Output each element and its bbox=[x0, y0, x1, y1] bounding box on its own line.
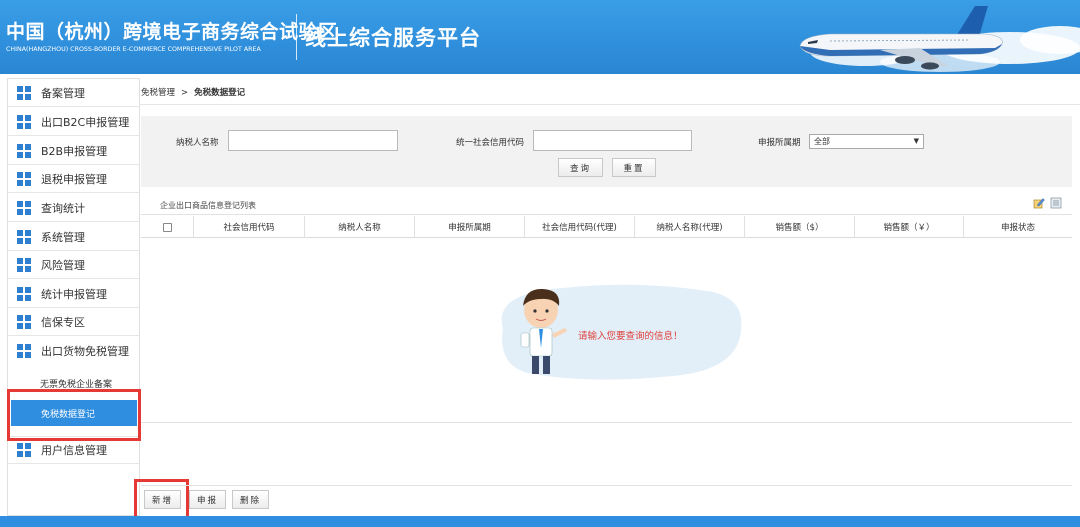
chevron-down-icon: ▼ bbox=[913, 137, 919, 145]
sidebar-subitem-label: 无票免税企业备案 bbox=[40, 379, 113, 390]
action-bar-divider bbox=[141, 485, 1072, 486]
sidebar-item-system[interactable]: 系统管理 bbox=[8, 223, 139, 251]
list-title: 企业出口商品信息登记列表 bbox=[160, 201, 256, 210]
sidebar-item-user-info[interactable]: 用户信息管理 bbox=[8, 436, 139, 464]
grid-icon bbox=[17, 143, 31, 158]
taxpayer-name-input[interactable] bbox=[228, 130, 398, 151]
add-button[interactable]: 新增 bbox=[144, 490, 181, 509]
declare-period-selected: 全部 bbox=[814, 137, 830, 146]
sidebar-item-label: 统计申报管理 bbox=[41, 287, 107, 301]
sidebar-item-export-b2c[interactable]: 出口B2C申报管理 bbox=[8, 108, 139, 136]
breadcrumb-divider bbox=[140, 104, 1080, 105]
sidebar-subitem-label: 免税数据登记 bbox=[41, 409, 96, 420]
breadcrumb-parent[interactable]: 免税管理 bbox=[141, 88, 175, 98]
column-header[interactable]: 纳税人名称 bbox=[304, 216, 414, 238]
grid-icon bbox=[17, 200, 31, 215]
sidebar-item-label: 信保专区 bbox=[41, 315, 85, 329]
sidebar-item-label: 风险管理 bbox=[41, 258, 85, 272]
table-header: 社会信用代码 纳税人名称 申报所属期 社会信用代码(代理) 纳税人名称(代理) … bbox=[141, 216, 1072, 238]
column-header[interactable]: 销售额（￥） bbox=[854, 216, 963, 238]
reset-button[interactable]: 重置 bbox=[612, 158, 656, 177]
taxpayer-name-label: 纳税人名称 bbox=[176, 138, 219, 148]
empty-message: 请输入您要查询的信息！ bbox=[578, 331, 683, 342]
grid-icon bbox=[17, 114, 31, 129]
grid-icon bbox=[17, 443, 31, 457]
sidebar-item-filing[interactable]: 备案管理 bbox=[8, 79, 139, 107]
breadcrumb-current: 免税数据登记 bbox=[194, 88, 246, 98]
table-body-divider bbox=[141, 422, 1072, 423]
sidebar-item-label: 出口B2C申报管理 bbox=[41, 115, 130, 129]
export-icon[interactable] bbox=[1050, 197, 1062, 209]
sidebar-item-label: 系统管理 bbox=[41, 230, 85, 244]
airplane-banner-image bbox=[799, 6, 1080, 72]
table-body-empty: 请输入您要查询的信息！ bbox=[141, 238, 1072, 422]
sidebar: 备案管理 出口B2C申报管理 B2B申报管理 退税申报管理 查询统计 系统管理 … bbox=[7, 78, 140, 516]
grid-icon bbox=[17, 286, 31, 301]
credit-code-label: 统一社会信用代码 bbox=[456, 138, 525, 148]
footer-strip bbox=[0, 516, 1080, 527]
query-button[interactable]: 查询 bbox=[558, 158, 603, 177]
sidebar-item-label: 出口货物免税管理 bbox=[41, 345, 129, 358]
sidebar-item-label: 备案管理 bbox=[41, 86, 85, 100]
credit-code-input[interactable] bbox=[533, 130, 692, 151]
delete-button[interactable]: 删除 bbox=[232, 490, 269, 509]
sidebar-item-export-duty-free[interactable]: 出口货物免税管理 bbox=[8, 337, 139, 365]
column-header[interactable]: 社会信用代码(代理) bbox=[524, 216, 634, 238]
site-title-en: CHINA(HANGZHOU) CROSS-BORDER E-COMMERCE … bbox=[6, 46, 261, 53]
grid-icon bbox=[17, 344, 31, 358]
sidebar-item-stats-declare[interactable]: 统计申报管理 bbox=[8, 280, 139, 308]
grid-icon bbox=[17, 314, 31, 329]
select-all-cell bbox=[141, 216, 193, 238]
list-title-bar: 企业出口商品信息登记列表 bbox=[141, 195, 1072, 215]
sidebar-item-query-stats[interactable]: 查询统计 bbox=[8, 194, 139, 222]
breadcrumb-separator: > bbox=[181, 88, 189, 98]
sidebar-item-label: 查询统计 bbox=[41, 201, 85, 215]
grid-icon bbox=[17, 257, 31, 272]
select-all-checkbox[interactable] bbox=[162, 222, 172, 232]
sidebar-item-label: 退税申报管理 bbox=[41, 172, 107, 186]
column-header[interactable]: 申报所属期 bbox=[414, 216, 524, 238]
sidebar-item-risk[interactable]: 风险管理 bbox=[8, 251, 139, 279]
declare-button[interactable]: 申报 bbox=[189, 490, 226, 509]
sidebar-item-label: 用户信息管理 bbox=[41, 444, 107, 457]
declare-period-label: 申报所属期 bbox=[758, 138, 801, 148]
sidebar-item-tax-refund[interactable]: 退税申报管理 bbox=[8, 165, 139, 193]
site-title-cn: 中国（杭州）跨境电子商务综合试验区 bbox=[6, 21, 338, 43]
grid-icon bbox=[17, 171, 31, 186]
grid-icon bbox=[17, 85, 31, 100]
sidebar-subitem-no-invoice-filing[interactable]: 无票免税企业备案 bbox=[8, 370, 139, 396]
app-header: 中国（杭州）跨境电子商务综合试验区 CHINA(HANGZHOU) CROSS-… bbox=[0, 0, 1080, 74]
column-header[interactable]: 纳税人名称(代理) bbox=[634, 216, 744, 238]
sidebar-item-credit-insurance[interactable]: 信保专区 bbox=[8, 308, 139, 336]
column-header[interactable]: 申报状态 bbox=[963, 216, 1072, 238]
sidebar-item-label: B2B申报管理 bbox=[41, 144, 108, 158]
grid-icon bbox=[17, 229, 31, 244]
search-panel: 纳税人名称 统一社会信用代码 申报所属期 全部 ▼ 查询 重置 bbox=[141, 116, 1072, 187]
sidebar-subitem-duty-free-registration[interactable]: 免税数据登记 bbox=[11, 400, 137, 426]
platform-title: 线上综合服务平台 bbox=[305, 25, 481, 50]
declare-period-select[interactable]: 全部 ▼ bbox=[809, 134, 924, 149]
title-divider bbox=[296, 14, 297, 60]
breadcrumb: 免税管理 > 免税数据登记 bbox=[141, 86, 245, 98]
column-header[interactable]: 社会信用代码 bbox=[193, 216, 304, 238]
column-header[interactable]: 销售额（$） bbox=[744, 216, 854, 238]
edit-icon[interactable] bbox=[1033, 197, 1045, 209]
sidebar-item-b2b[interactable]: B2B申报管理 bbox=[8, 137, 139, 165]
